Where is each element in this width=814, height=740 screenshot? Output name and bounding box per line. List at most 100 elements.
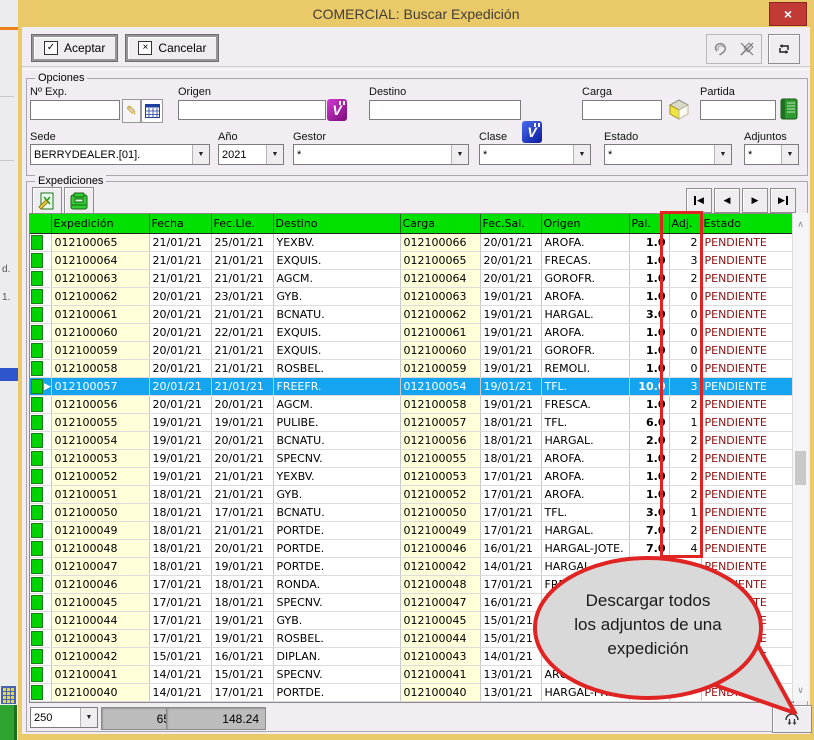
column-header-8[interactable]: Pal. xyxy=(629,214,669,234)
close-button[interactable]: × xyxy=(769,2,807,26)
cell-6[interactable]: HARGAL. xyxy=(541,522,629,540)
partida-input[interactable] xyxy=(700,100,776,120)
archive-button[interactable] xyxy=(64,187,94,215)
cell-0[interactable]: 012100050 xyxy=(51,504,149,522)
cell-4[interactable]: 012100063 xyxy=(400,288,480,306)
cell-1[interactable]: 17/01/21 xyxy=(149,630,211,648)
table-row[interactable]: 01210005519/01/2119/01/21PULIBE.01210005… xyxy=(30,414,792,432)
cell-8[interactable]: 0 xyxy=(669,324,701,342)
cell-9[interactable]: PENDIENTE xyxy=(701,252,792,270)
cell-1[interactable]: 19/01/21 xyxy=(149,450,211,468)
cell-6[interactable]: HARGAL. xyxy=(541,558,629,576)
cell-8[interactable] xyxy=(669,684,701,702)
cell-3[interactable]: BCNATU. xyxy=(273,306,400,324)
cell-9[interactable]: PENDIENTE xyxy=(701,576,792,594)
table-row[interactable]: 01210006120/01/2121/01/21BCNATU.01210006… xyxy=(30,306,792,324)
cell-8[interactable]: 2 xyxy=(669,432,701,450)
cell-8[interactable]: 0 xyxy=(669,288,701,306)
cell-2[interactable]: 22/01/21 xyxy=(211,324,273,342)
cell-1[interactable]: 20/01/21 xyxy=(149,324,211,342)
cell-1[interactable]: 20/01/21 xyxy=(149,342,211,360)
cell-1[interactable]: 17/01/21 xyxy=(149,576,211,594)
cell-0[interactable]: 012100052 xyxy=(51,468,149,486)
cell-7[interactable]: 1.0 xyxy=(629,360,669,378)
cell-2[interactable]: 21/01/21 xyxy=(211,468,273,486)
cell-7[interactable]: 1.0 xyxy=(629,252,669,270)
cell-5[interactable]: 14/01/21 xyxy=(480,558,541,576)
cell-3[interactable]: BCNATU. xyxy=(273,432,400,450)
pagesize-combo[interactable]: 250▼ xyxy=(30,707,98,728)
cell-3[interactable]: PORTDE. xyxy=(273,522,400,540)
cell-7[interactable]: 6.0 xyxy=(629,414,669,432)
nav-prev-button[interactable]: ◀ xyxy=(714,188,740,213)
cell-4[interactable]: 012100043 xyxy=(400,648,480,666)
cell-9[interactable]: PENDIENTE xyxy=(701,396,792,414)
cell-8[interactable]: 2 xyxy=(669,450,701,468)
cell-0[interactable]: 012100046 xyxy=(51,576,149,594)
cell-8[interactable]: 3 xyxy=(669,378,701,396)
cell-5[interactable]: 13/01/21 xyxy=(480,684,541,702)
cell-0[interactable]: 012100049 xyxy=(51,522,149,540)
cell-1[interactable]: 14/01/21 xyxy=(149,684,211,702)
cell-8[interactable]: 1 xyxy=(669,504,701,522)
cell-5[interactable]: 14/01/21 xyxy=(480,648,541,666)
table-row[interactable]: 01210005319/01/2120/01/21SPECNV.01210005… xyxy=(30,450,792,468)
cell-8[interactable]: 2 xyxy=(669,468,701,486)
cell-9[interactable]: PENDIENTE xyxy=(701,414,792,432)
cell-5[interactable]: 15/01/21 xyxy=(480,630,541,648)
cell-2[interactable]: 15/01/21 xyxy=(211,666,273,684)
cell-3[interactable]: PULIBE. xyxy=(273,414,400,432)
table-row[interactable]: 01210004918/01/2121/01/21PORTDE.01210004… xyxy=(30,522,792,540)
cell-7[interactable]: 1.0 xyxy=(629,486,669,504)
cell-1[interactable]: 19/01/21 xyxy=(149,432,211,450)
cell-2[interactable]: 21/01/21 xyxy=(211,252,273,270)
cell-5[interactable]: 19/01/21 xyxy=(480,396,541,414)
cell-0[interactable]: 012100053 xyxy=(51,450,149,468)
cell-8[interactable]: 0 xyxy=(669,360,701,378)
cell-0[interactable]: 012100060 xyxy=(51,324,149,342)
cell-6[interactable]: HARGAL-JOTE. xyxy=(541,540,629,558)
cell-8[interactable] xyxy=(669,630,701,648)
cell-6[interactable]: FRECAS. xyxy=(541,252,629,270)
cell-4[interactable]: 012100061 xyxy=(400,324,480,342)
cell-9[interactable]: PENDIENTE xyxy=(701,306,792,324)
estado-combo[interactable]: *▼ xyxy=(604,144,732,165)
cell-7[interactable]: 3.0 xyxy=(629,306,669,324)
table-row[interactable]: 01210004014/01/2117/01/21PORTDE.01210004… xyxy=(30,684,792,702)
scrollbar-thumb[interactable] xyxy=(795,451,806,485)
table-row[interactable]: 01210005118/01/2121/01/21GYB.01210005217… xyxy=(30,486,792,504)
table-row[interactable]: 01210006421/01/2121/01/21EXQUIS.01210006… xyxy=(30,252,792,270)
cell-0[interactable]: 012100065 xyxy=(51,234,149,252)
cell-9[interactable]: PENDIENTE xyxy=(701,270,792,288)
cell-1[interactable]: 21/01/21 xyxy=(149,270,211,288)
title-bar[interactable]: COMERCIAL: Buscar Expedición xyxy=(22,0,810,27)
cell-9[interactable]: PENDIENTE xyxy=(701,648,792,666)
cell-8[interactable] xyxy=(669,576,701,594)
cell-4[interactable]: 012100057 xyxy=(400,414,480,432)
cell-4[interactable]: 012100044 xyxy=(400,630,480,648)
cell-4[interactable]: 012100055 xyxy=(400,450,480,468)
cell-9[interactable]: PENDIENTE xyxy=(701,234,792,252)
cell-8[interactable]: 0 xyxy=(669,342,701,360)
scroll-up-icon[interactable]: ∧ xyxy=(793,219,808,230)
cell-4[interactable]: 012100053 xyxy=(400,468,480,486)
cell-5[interactable]: 17/01/21 xyxy=(480,486,541,504)
cell-2[interactable]: 21/01/21 xyxy=(211,486,273,504)
cell-9[interactable]: PENDIENTE xyxy=(701,450,792,468)
cell-8[interactable] xyxy=(669,666,701,684)
cell-7[interactable]: 1.0 xyxy=(629,342,669,360)
clase-combo[interactable]: *▼ xyxy=(479,144,591,165)
cell-3[interactable]: SPECNV. xyxy=(273,450,400,468)
anio-combo[interactable]: 2021▼ xyxy=(218,144,284,165)
carga-input[interactable] xyxy=(582,100,662,120)
table-row[interactable]: 01210004114/01/2115/01/21SPECNV.01210004… xyxy=(30,666,792,684)
cell-9[interactable]: PENDIENTE xyxy=(701,360,792,378)
cell-5[interactable]: 19/01/21 xyxy=(480,306,541,324)
cell-1[interactable]: 20/01/21 xyxy=(149,378,211,396)
cell-5[interactable]: 20/01/21 xyxy=(480,270,541,288)
cell-3[interactable]: EXQUIS. xyxy=(273,252,400,270)
cell-0[interactable]: 012100057 xyxy=(51,378,149,396)
cell-3[interactable]: DIPLAN. xyxy=(273,648,400,666)
cell-8[interactable] xyxy=(669,648,701,666)
cell-2[interactable]: 18/01/21 xyxy=(211,594,273,612)
